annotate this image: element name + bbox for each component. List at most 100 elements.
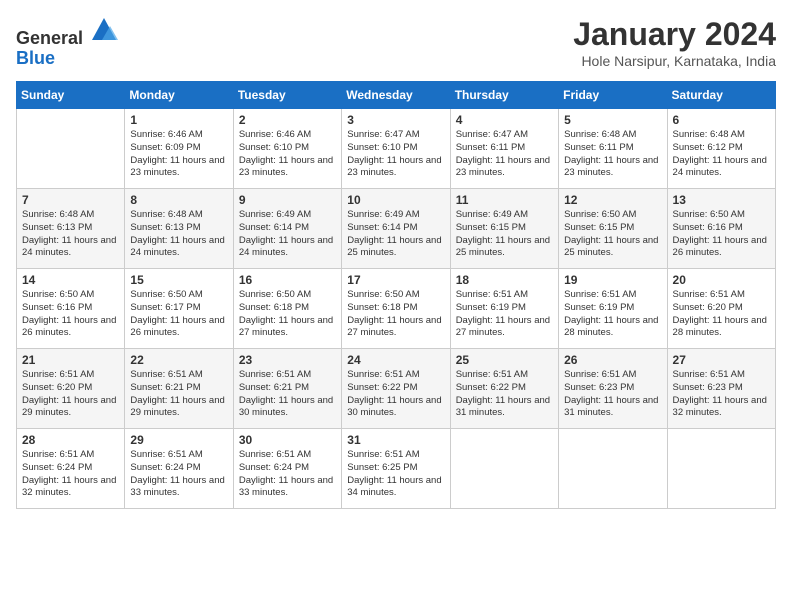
calendar-body: 1Sunrise: 6:46 AM Sunset: 6:09 PM Daylig… xyxy=(17,109,776,509)
day-detail: Sunrise: 6:47 AM Sunset: 6:10 PM Dayligh… xyxy=(347,129,444,180)
calendar-subtitle: Hole Narsipur, Karnataka, India xyxy=(573,53,776,69)
day-detail: Sunrise: 6:50 AM Sunset: 6:16 PM Dayligh… xyxy=(22,289,119,340)
day-number: 5 xyxy=(564,113,661,127)
calendar-cell: 7 Sunrise: 6:48 AM Sunset: 6:13 PM Daylig… xyxy=(17,189,125,269)
day-number: 23 xyxy=(239,353,336,367)
day-detail: Sunrise: 6:51 AM Sunset: 6:21 PM Dayligh… xyxy=(130,369,227,420)
day-detail: Sunrise: 6:51 AM Sunset: 6:21 PM Dayligh… xyxy=(239,369,336,420)
calendar-cell: 29 Sunrise: 6:51 AM Sunset: 6:24 PM Dayli… xyxy=(125,429,233,509)
calendar-cell: 15 Sunrise: 6:50 AM Sunset: 6:17 PM Dayli… xyxy=(125,269,233,349)
day-detail: Sunrise: 6:49 AM Sunset: 6:15 PM Dayligh… xyxy=(456,209,553,260)
calendar-cell xyxy=(667,429,775,509)
day-detail: Sunrise: 6:51 AM Sunset: 6:19 PM Dayligh… xyxy=(564,289,661,340)
calendar-cell: 9 Sunrise: 6:49 AM Sunset: 6:14 PM Daylig… xyxy=(233,189,341,269)
day-number: 14 xyxy=(22,273,119,287)
calendar-week-row: 21 Sunrise: 6:51 AM Sunset: 6:20 PM Dayli… xyxy=(17,349,776,429)
day-number: 2 xyxy=(239,113,336,127)
day-number: 31 xyxy=(347,433,444,447)
day-detail: Sunrise: 6:51 AM Sunset: 6:23 PM Dayligh… xyxy=(673,369,770,420)
day-detail: Sunrise: 6:50 AM Sunset: 6:18 PM Dayligh… xyxy=(239,289,336,340)
day-number: 8 xyxy=(130,193,227,207)
day-detail: Sunrise: 6:48 AM Sunset: 6:13 PM Dayligh… xyxy=(130,209,227,260)
calendar-cell: 10Sunrise: 6:49 AM Sunset: 6:14 PM Dayli… xyxy=(342,189,450,269)
day-number: 9 xyxy=(239,193,336,207)
calendar-cell: 22 Sunrise: 6:51 AM Sunset: 6:21 PM Dayli… xyxy=(125,349,233,429)
day-detail: Sunrise: 6:51 AM Sunset: 6:25 PM Dayligh… xyxy=(347,449,444,500)
logo: General Blue xyxy=(16,16,118,69)
day-number: 13 xyxy=(673,193,770,207)
calendar-cell: 16Sunrise: 6:50 AM Sunset: 6:18 PM Dayli… xyxy=(233,269,341,349)
day-detail: Sunrise: 6:51 AM Sunset: 6:20 PM Dayligh… xyxy=(673,289,770,340)
weekday-header: Saturday xyxy=(667,82,775,109)
calendar-cell: 1Sunrise: 6:46 AM Sunset: 6:09 PM Daylig… xyxy=(125,109,233,189)
day-number: 18 xyxy=(456,273,553,287)
day-detail: Sunrise: 6:51 AM Sunset: 6:23 PM Dayligh… xyxy=(564,369,661,420)
calendar-cell: 18 Sunrise: 6:51 AM Sunset: 6:19 PM Dayli… xyxy=(450,269,558,349)
logo-text: General Blue xyxy=(16,16,118,69)
logo-blue: Blue xyxy=(16,48,55,68)
weekday-row: SundayMondayTuesdayWednesdayThursdayFrid… xyxy=(17,82,776,109)
calendar-title: January 2024 xyxy=(573,16,776,53)
day-number: 15 xyxy=(130,273,227,287)
calendar-cell: 14 Sunrise: 6:50 AM Sunset: 6:16 PM Dayli… xyxy=(17,269,125,349)
day-detail: Sunrise: 6:49 AM Sunset: 6:14 PM Dayligh… xyxy=(239,209,336,260)
calendar-cell: 2 Sunrise: 6:46 AM Sunset: 6:10 PM Daylig… xyxy=(233,109,341,189)
day-number: 22 xyxy=(130,353,227,367)
calendar-cell xyxy=(17,109,125,189)
calendar-cell: 17 Sunrise: 6:50 AM Sunset: 6:18 PM Dayli… xyxy=(342,269,450,349)
day-number: 6 xyxy=(673,113,770,127)
day-number: 29 xyxy=(130,433,227,447)
calendar-cell: 30 Sunrise: 6:51 AM Sunset: 6:24 PM Dayli… xyxy=(233,429,341,509)
title-block: January 2024 Hole Narsipur, Karnataka, I… xyxy=(573,16,776,69)
day-number: 10 xyxy=(347,193,444,207)
weekday-header: Wednesday xyxy=(342,82,450,109)
day-number: 1 xyxy=(130,113,227,127)
calendar-cell: 28Sunrise: 6:51 AM Sunset: 6:24 PM Dayli… xyxy=(17,429,125,509)
calendar-cell: 4Sunrise: 6:47 AM Sunset: 6:11 PM Daylig… xyxy=(450,109,558,189)
calendar-cell: 3 Sunrise: 6:47 AM Sunset: 6:10 PM Daylig… xyxy=(342,109,450,189)
calendar-week-row: 1Sunrise: 6:46 AM Sunset: 6:09 PM Daylig… xyxy=(17,109,776,189)
day-number: 19 xyxy=(564,273,661,287)
day-detail: Sunrise: 6:50 AM Sunset: 6:15 PM Dayligh… xyxy=(564,209,661,260)
calendar-cell: 8 Sunrise: 6:48 AM Sunset: 6:13 PM Daylig… xyxy=(125,189,233,269)
calendar-cell: 24 Sunrise: 6:51 AM Sunset: 6:22 PM Dayli… xyxy=(342,349,450,429)
day-detail: Sunrise: 6:50 AM Sunset: 6:17 PM Dayligh… xyxy=(130,289,227,340)
weekday-header: Sunday xyxy=(17,82,125,109)
day-detail: Sunrise: 6:51 AM Sunset: 6:19 PM Dayligh… xyxy=(456,289,553,340)
calendar-cell: 31 Sunrise: 6:51 AM Sunset: 6:25 PM Dayli… xyxy=(342,429,450,509)
calendar-cell: 6Sunrise: 6:48 AM Sunset: 6:12 PM Daylig… xyxy=(667,109,775,189)
day-detail: Sunrise: 6:51 AM Sunset: 6:24 PM Dayligh… xyxy=(239,449,336,500)
calendar-cell: 12 Sunrise: 6:50 AM Sunset: 6:15 PM Dayli… xyxy=(559,189,667,269)
day-number: 12 xyxy=(564,193,661,207)
day-detail: Sunrise: 6:51 AM Sunset: 6:22 PM Dayligh… xyxy=(456,369,553,420)
day-detail: Sunrise: 6:50 AM Sunset: 6:18 PM Dayligh… xyxy=(347,289,444,340)
day-number: 11 xyxy=(456,193,553,207)
day-number: 21 xyxy=(22,353,119,367)
calendar-header: SundayMondayTuesdayWednesdayThursdayFrid… xyxy=(17,82,776,109)
logo-icon xyxy=(90,16,118,44)
weekday-header: Tuesday xyxy=(233,82,341,109)
day-detail: Sunrise: 6:51 AM Sunset: 6:24 PM Dayligh… xyxy=(22,449,119,500)
day-number: 30 xyxy=(239,433,336,447)
day-detail: Sunrise: 6:51 AM Sunset: 6:24 PM Dayligh… xyxy=(130,449,227,500)
calendar-week-row: 7 Sunrise: 6:48 AM Sunset: 6:13 PM Daylig… xyxy=(17,189,776,269)
day-number: 27 xyxy=(673,353,770,367)
weekday-header: Friday xyxy=(559,82,667,109)
day-number: 17 xyxy=(347,273,444,287)
calendar-cell: 27 Sunrise: 6:51 AM Sunset: 6:23 PM Dayli… xyxy=(667,349,775,429)
day-detail: Sunrise: 6:46 AM Sunset: 6:10 PM Dayligh… xyxy=(239,129,336,180)
day-number: 24 xyxy=(347,353,444,367)
day-detail: Sunrise: 6:48 AM Sunset: 6:13 PM Dayligh… xyxy=(22,209,119,260)
day-number: 3 xyxy=(347,113,444,127)
day-number: 25 xyxy=(456,353,553,367)
day-detail: Sunrise: 6:51 AM Sunset: 6:20 PM Dayligh… xyxy=(22,369,119,420)
calendar-cell: 21 Sunrise: 6:51 AM Sunset: 6:20 PM Dayli… xyxy=(17,349,125,429)
calendar-cell xyxy=(450,429,558,509)
calendar-cell: 19 Sunrise: 6:51 AM Sunset: 6:19 PM Dayli… xyxy=(559,269,667,349)
calendar-cell: 23 Sunrise: 6:51 AM Sunset: 6:21 PM Dayli… xyxy=(233,349,341,429)
weekday-header: Thursday xyxy=(450,82,558,109)
page-header: General Blue January 2024 Hole Narsipur,… xyxy=(16,16,776,69)
day-number: 7 xyxy=(22,193,119,207)
day-number: 20 xyxy=(673,273,770,287)
day-detail: Sunrise: 6:51 AM Sunset: 6:22 PM Dayligh… xyxy=(347,369,444,420)
